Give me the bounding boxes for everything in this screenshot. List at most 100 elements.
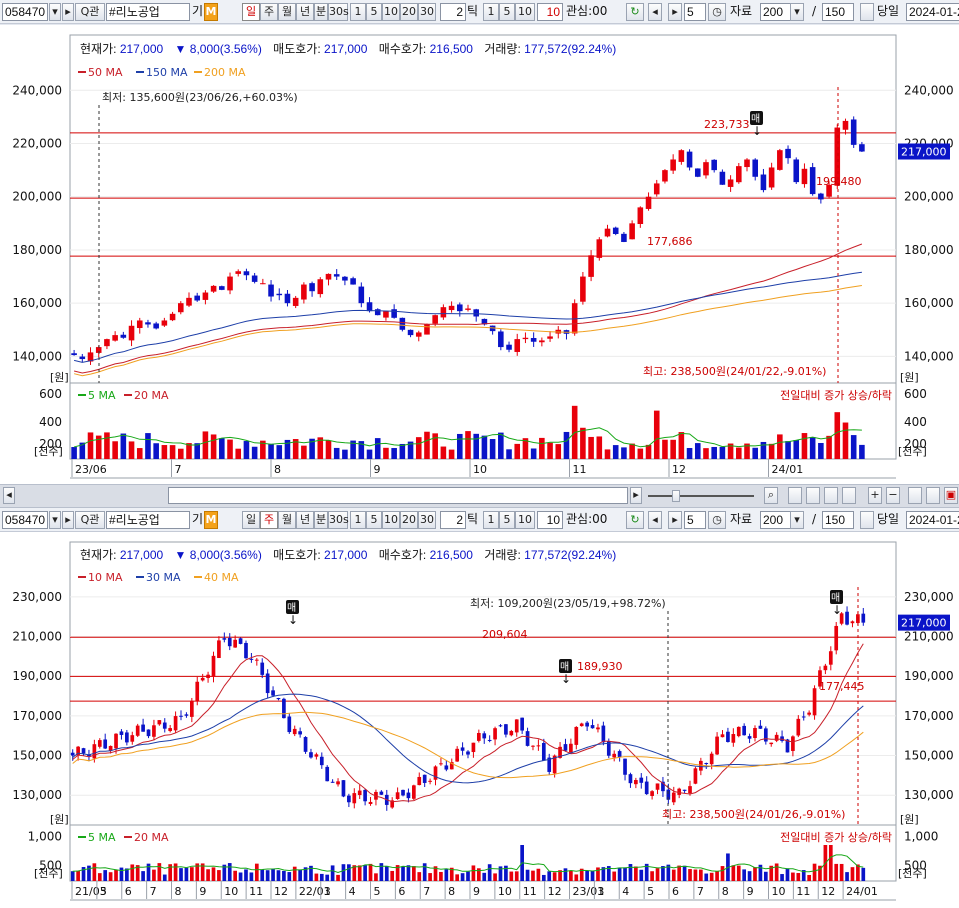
daily-chart[interactable]: 240,000240,000220,000220,000200,000200,0… xyxy=(0,25,959,484)
total-input[interactable]: 150 xyxy=(822,511,854,529)
period-minute[interactable]: 분 xyxy=(314,511,328,529)
x-tick-label: 12 xyxy=(672,463,686,476)
data-count-select[interactable]: 200 xyxy=(760,3,792,21)
magnifier-icon[interactable]: ⌕ xyxy=(764,487,778,504)
candle-body xyxy=(645,196,652,209)
tool-icon-1[interactable] xyxy=(788,487,802,504)
gi-label[interactable]: 기 xyxy=(192,511,204,529)
horizontal-scrollbar[interactable] xyxy=(168,487,628,504)
step-input[interactable]: 5 xyxy=(684,3,706,21)
volume-bar xyxy=(850,867,855,881)
stock-code-input[interactable]: 058470 xyxy=(2,511,48,529)
period-week[interactable]: 주 xyxy=(260,511,278,529)
period-year[interactable]: 년 xyxy=(296,511,314,529)
volume-bar xyxy=(655,868,660,881)
tick-count-input[interactable]: 10 xyxy=(537,3,563,21)
period-30s[interactable]: 30s xyxy=(328,511,349,529)
data-dropdown-button[interactable]: ▾ xyxy=(790,3,804,21)
next-button[interactable]: ▸ xyxy=(668,3,682,21)
period-month[interactable]: 월 xyxy=(278,511,296,529)
volume-bar xyxy=(301,445,307,459)
prev-button[interactable]: ◂ xyxy=(648,3,662,21)
candle-body xyxy=(407,329,414,336)
num-10[interactable]: 10 xyxy=(382,3,400,21)
today-checkbox[interactable] xyxy=(860,3,874,21)
tick-count-input[interactable]: 10 xyxy=(537,511,563,529)
volume-bar xyxy=(634,866,638,881)
tnum-5[interactable]: 5 xyxy=(499,3,515,21)
next-button[interactable]: ▸ xyxy=(668,511,682,529)
tnum-10[interactable]: 10 xyxy=(515,3,535,21)
total-input[interactable]: 150 xyxy=(822,3,854,21)
close-icon[interactable]: ▣ xyxy=(944,487,958,504)
date-input[interactable]: 2024-01-2 xyxy=(906,3,959,21)
volume-bar xyxy=(547,871,552,881)
num-1[interactable]: 1 xyxy=(350,3,366,21)
data-dropdown-button[interactable]: ▾ xyxy=(790,511,804,529)
candle-body xyxy=(104,339,110,347)
num-30[interactable]: 30 xyxy=(418,3,436,21)
refresh-icon[interactable]: ↻ xyxy=(626,511,644,529)
period-day[interactable]: 일 xyxy=(242,511,260,529)
search-icon[interactable]: Q관 xyxy=(75,3,105,21)
period-minute[interactable]: 분 xyxy=(314,3,328,21)
zoom-slider-handle[interactable] xyxy=(672,490,680,502)
stock-name-field[interactable]: #리노공업 xyxy=(106,511,190,529)
num-5[interactable]: 5 xyxy=(366,3,382,21)
today-checkbox[interactable] xyxy=(860,511,874,529)
num-30[interactable]: 30 xyxy=(418,511,436,529)
volume-bar xyxy=(383,447,389,459)
tnum-1[interactable]: 1 xyxy=(483,511,499,529)
volume-bar xyxy=(87,432,94,459)
period-year[interactable]: 년 xyxy=(296,3,314,21)
period-day[interactable]: 일 xyxy=(242,3,260,21)
tnum-1[interactable]: 1 xyxy=(483,3,499,21)
tnum-5[interactable]: 5 xyxy=(499,511,515,529)
code-dropdown-button[interactable]: ▾ xyxy=(49,3,61,21)
settings-icon[interactable] xyxy=(908,487,922,504)
candle-body xyxy=(271,690,275,696)
period-week[interactable]: 주 xyxy=(260,3,278,21)
candle-body xyxy=(341,780,346,797)
m-icon[interactable]: M xyxy=(204,3,218,21)
zoom-out-icon[interactable]: − xyxy=(886,487,900,504)
zoom-in-icon[interactable]: + xyxy=(868,487,882,504)
stock-name-field[interactable]: #리노공업 xyxy=(106,3,190,21)
num-5[interactable]: 5 xyxy=(366,511,382,529)
prev-button[interactable]: ◂ xyxy=(648,511,662,529)
tnum-10[interactable]: 10 xyxy=(515,511,535,529)
stock-code-input[interactable]: 058470 xyxy=(2,3,48,21)
clock-icon[interactable]: ◷ xyxy=(708,3,726,21)
clock-icon[interactable]: ◷ xyxy=(708,511,726,529)
period-30s[interactable]: 30s xyxy=(328,3,349,21)
scroll-right-arrow[interactable]: ▸ xyxy=(630,487,642,504)
play-button[interactable]: ▸ xyxy=(62,511,74,529)
candle-body xyxy=(466,751,470,755)
zoom-slider[interactable] xyxy=(648,495,754,497)
m-icon[interactable]: M xyxy=(204,511,218,529)
step-input[interactable]: 5 xyxy=(684,511,706,529)
layout-icon[interactable] xyxy=(926,487,940,504)
num-1[interactable]: 1 xyxy=(350,511,366,529)
tick-input[interactable]: 2 xyxy=(440,511,466,529)
data-count-select[interactable]: 200 xyxy=(760,511,792,529)
date-input[interactable]: 2024-01-2 xyxy=(906,511,959,529)
candle-body xyxy=(103,739,108,749)
scroll-left-arrow[interactable]: ◂ xyxy=(3,487,15,504)
num-20[interactable]: 20 xyxy=(400,511,418,529)
code-dropdown-button[interactable]: ▾ xyxy=(49,511,61,529)
play-button[interactable]: ▸ xyxy=(62,3,74,21)
volume-bar xyxy=(374,438,381,459)
volume-bar xyxy=(777,434,783,459)
period-month[interactable]: 월 xyxy=(278,3,296,21)
num-10[interactable]: 10 xyxy=(382,511,400,529)
tool-icon-4[interactable] xyxy=(842,487,856,504)
num-20[interactable]: 20 xyxy=(400,3,418,21)
weekly-chart[interactable]: 230,000 230,000 210,000 210,000 190,000 190,0… xyxy=(0,532,959,908)
tool-icon-3[interactable] xyxy=(824,487,838,504)
refresh-icon[interactable]: ↻ xyxy=(626,3,644,21)
tool-icon-2[interactable] xyxy=(806,487,820,504)
tick-input[interactable]: 2 xyxy=(440,3,466,21)
gi-label[interactable]: 기 xyxy=(192,3,204,21)
search-icon[interactable]: Q관 xyxy=(75,511,105,529)
